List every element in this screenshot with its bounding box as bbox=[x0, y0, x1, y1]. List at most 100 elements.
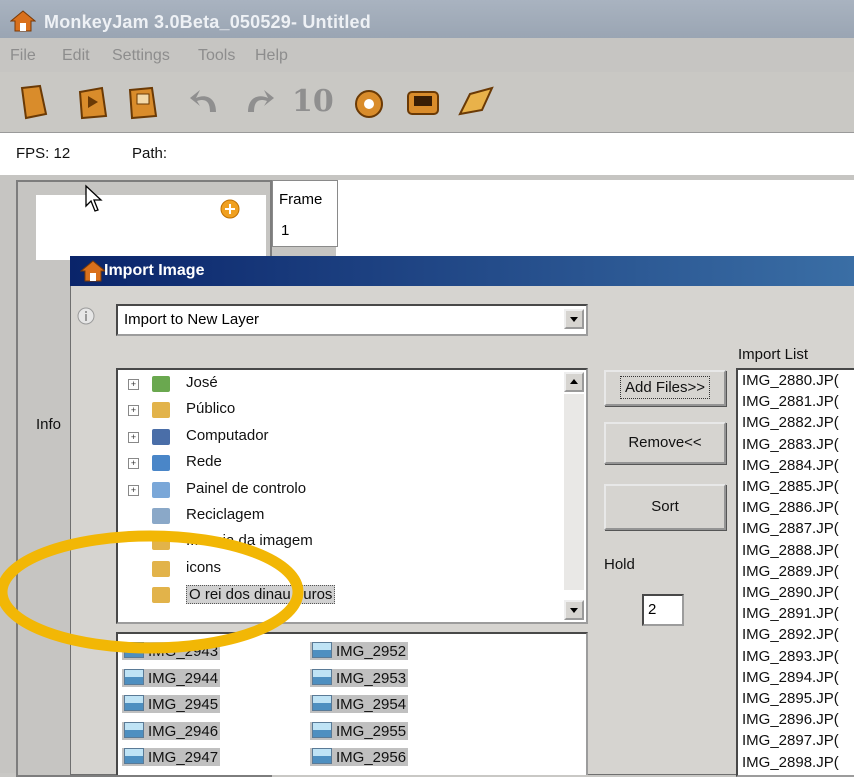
info-label: Info bbox=[36, 416, 62, 433]
timeline-area bbox=[336, 180, 854, 260]
expand-icon[interactable]: + bbox=[128, 405, 139, 417]
file-item[interactable]: IMG_2953 bbox=[310, 668, 409, 687]
mouse-cursor-icon bbox=[84, 184, 104, 214]
undo-icon[interactable] bbox=[188, 84, 222, 120]
file-item[interactable]: IMG_2944 bbox=[122, 668, 221, 687]
save-file-icon[interactable] bbox=[126, 84, 160, 120]
ten-icon[interactable]: 10 bbox=[292, 84, 334, 120]
import-list-item[interactable]: IMG_2895.JP( bbox=[742, 690, 839, 707]
import-list-label: Import List bbox=[738, 346, 809, 363]
import-list-item[interactable]: IMG_2891.JP( bbox=[742, 605, 839, 622]
import-list-item[interactable]: IMG_2894.JP( bbox=[742, 669, 839, 686]
import-list-item[interactable]: IMG_2890.JP( bbox=[742, 584, 839, 601]
hold-label: Hold bbox=[604, 556, 635, 573]
app-icon bbox=[9, 10, 37, 32]
image-file-icon bbox=[312, 721, 332, 738]
import-mode-select[interactable]: Import to New Layer bbox=[116, 304, 588, 336]
import-list-item[interactable]: IMG_2889.JP( bbox=[742, 563, 839, 580]
menu-bar: File Edit Settings Tools Help bbox=[0, 38, 854, 72]
folder-icon bbox=[152, 428, 170, 445]
expand-icon[interactable]: + bbox=[128, 431, 139, 443]
import-list-item[interactable]: IMG_2883.JP( bbox=[742, 436, 839, 453]
expand-icon[interactable]: + bbox=[128, 379, 139, 390]
image-file-icon bbox=[124, 748, 144, 764]
file-item[interactable]: IMG_2956 bbox=[310, 748, 409, 766]
main-title-bar: MonkeyJam 3.0Beta_050529- Untitled bbox=[0, 0, 854, 38]
tree-item[interactable]: Rede bbox=[186, 453, 222, 470]
folder-icon bbox=[152, 402, 170, 419]
toolbar: 10 bbox=[0, 72, 854, 132]
file-item-label: IMG_2954 bbox=[336, 696, 407, 713]
tree-item[interactable]: Computador bbox=[186, 427, 269, 444]
frame-column-header: Frame bbox=[272, 180, 338, 218]
import-list-item[interactable]: IMG_2881.JP( bbox=[742, 393, 839, 410]
file-item[interactable]: IMG_2946 bbox=[122, 721, 221, 740]
tree-item[interactable]: Painel de controlo bbox=[186, 480, 306, 497]
import-list-item[interactable]: IMG_2897.JP( bbox=[742, 732, 839, 749]
file-item[interactable]: IMG_2945 bbox=[122, 695, 221, 713]
menu-settings[interactable]: Settings bbox=[112, 47, 170, 65]
dialog-app-icon bbox=[79, 260, 107, 282]
dialog-title-bar: Import Image bbox=[70, 256, 854, 286]
file-item-label: IMG_2944 bbox=[148, 669, 219, 687]
import-mode-value: Import to New Layer bbox=[124, 311, 260, 328]
camera-icon[interactable] bbox=[404, 84, 439, 120]
frame-header-label: Frame bbox=[279, 191, 323, 208]
tree-scroll-down-icon[interactable] bbox=[564, 600, 584, 620]
file-item-label: IMG_2955 bbox=[336, 722, 407, 740]
import-list-item[interactable]: IMG_2888.JP( bbox=[742, 542, 839, 559]
info-icon bbox=[76, 306, 96, 326]
import-list-item[interactable]: IMG_2887.JP( bbox=[742, 520, 839, 537]
image-file-icon bbox=[124, 668, 144, 685]
import-list-item[interactable]: IMG_2896.JP( bbox=[742, 711, 839, 728]
add-layer-icon[interactable] bbox=[219, 198, 241, 220]
file-item-label: IMG_2953 bbox=[336, 669, 407, 687]
image-file-icon bbox=[124, 721, 144, 738]
sort-button[interactable]: Sort bbox=[604, 484, 726, 530]
import-list-item[interactable]: IMG_2893.JP( bbox=[742, 648, 839, 665]
folder-icon bbox=[152, 455, 170, 472]
tree-scrollbar-track[interactable] bbox=[564, 394, 584, 590]
window-title: MonkeyJam 3.0Beta_050529- Untitled bbox=[44, 12, 371, 32]
menu-edit[interactable]: Edit bbox=[62, 47, 90, 65]
import-list-item[interactable]: IMG_2880.JP( bbox=[742, 372, 839, 389]
new-file-icon[interactable] bbox=[16, 84, 50, 120]
expand-icon[interactable]: + bbox=[128, 458, 139, 470]
import-list-item[interactable]: IMG_2898.JP( bbox=[742, 754, 839, 771]
expand-icon[interactable]: + bbox=[128, 484, 139, 496]
file-item[interactable]: IMG_2954 bbox=[310, 695, 409, 713]
file-item-label: IMG_2952 bbox=[336, 643, 407, 660]
image-file-icon bbox=[312, 668, 332, 685]
add-files-button[interactable]: Add Files>> bbox=[604, 370, 726, 406]
frame-row[interactable]: 1 bbox=[272, 216, 338, 247]
sort-label: Sort bbox=[651, 498, 679, 515]
add-files-label: Add Files>> bbox=[619, 376, 711, 399]
file-item[interactable]: IMG_2955 bbox=[310, 721, 409, 740]
tree-scroll-up-icon[interactable] bbox=[564, 372, 584, 392]
chevron-down-icon[interactable] bbox=[564, 309, 584, 329]
menu-file[interactable]: File bbox=[10, 47, 36, 65]
hold-input[interactable]: 2 bbox=[642, 594, 684, 626]
open-file-icon[interactable] bbox=[76, 84, 110, 120]
remove-button[interactable]: Remove<< bbox=[604, 422, 726, 464]
status-bar: FPS: 12 Path: bbox=[0, 132, 854, 176]
tree-item[interactable]: José bbox=[186, 374, 218, 391]
file-item[interactable]: IMG_2947 bbox=[122, 748, 221, 766]
path-label: Path: bbox=[132, 145, 168, 162]
import-list-item[interactable]: IMG_2892.JP( bbox=[742, 626, 839, 643]
import-list-item[interactable]: IMG_2884.JP( bbox=[742, 457, 839, 474]
menu-tools[interactable]: Tools bbox=[198, 47, 235, 65]
import-list-item[interactable]: IMG_2885.JP( bbox=[742, 478, 839, 495]
menu-help[interactable]: Help bbox=[255, 47, 288, 65]
redo-icon[interactable] bbox=[242, 84, 276, 120]
folder-icon bbox=[152, 376, 170, 392]
export-icon[interactable] bbox=[456, 84, 494, 120]
capture-icon[interactable] bbox=[352, 84, 386, 120]
image-file-icon bbox=[312, 695, 332, 711]
file-item-label: IMG_2946 bbox=[148, 722, 219, 740]
tree-item[interactable]: Público bbox=[186, 400, 235, 417]
image-file-icon bbox=[124, 695, 144, 711]
image-file-icon bbox=[312, 748, 332, 764]
import-list-item[interactable]: IMG_2886.JP( bbox=[742, 499, 839, 516]
import-list-item[interactable]: IMG_2882.JP( bbox=[742, 414, 839, 431]
